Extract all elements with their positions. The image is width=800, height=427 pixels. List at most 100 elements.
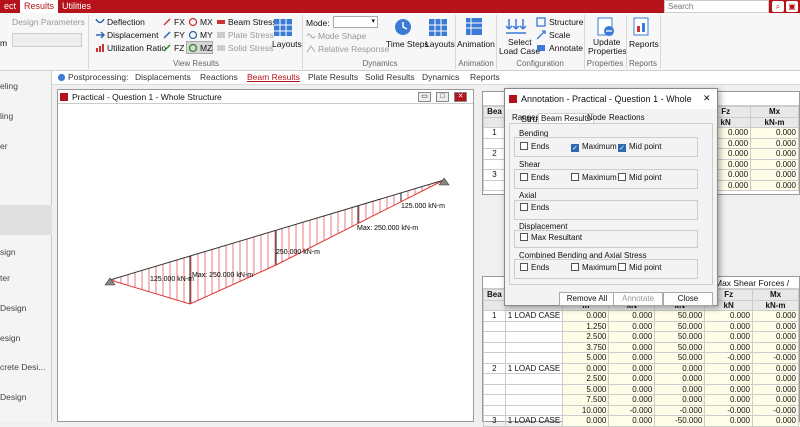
pp-tab-displacements[interactable]: Displacements	[135, 72, 191, 82]
deflection-button[interactable]: Deflection	[107, 17, 145, 27]
max-resultant-checkbox[interactable]: Max Resultant	[520, 233, 582, 242]
sidebar-item-modeling[interactable]: eling	[0, 71, 52, 101]
close-button[interactable]: Close	[663, 292, 713, 306]
time-steps-button[interactable]: Time Steps	[386, 39, 429, 49]
fz-button[interactable]: FZ	[174, 43, 184, 53]
table-row[interactable]: 7.500 0.000 0.000 0.000 0.000	[483, 394, 799, 406]
mx-button[interactable]: MX	[200, 17, 213, 27]
bending-maximum-checkbox[interactable]: ✓ Maximum	[571, 142, 617, 152]
pp-tab-beam-results[interactable]: Beam Results	[247, 72, 300, 82]
annotate-dialog-button[interactable]: Annotate	[613, 292, 663, 306]
window-close-icon[interactable]: ✕	[454, 92, 467, 102]
pp-tab-plate-results[interactable]: Plate Results	[308, 72, 358, 82]
shear-mid-point-checkbox[interactable]: Mid point	[618, 173, 661, 182]
unit-cell: kN-m	[750, 116, 799, 128]
table-row[interactable]: 3.750 0.000 50.000 0.000 0.000	[483, 341, 799, 353]
checkbox-label: Maximum	[582, 142, 617, 151]
sidebar-item-steel-design[interactable]: Design	[0, 293, 52, 323]
pp-tab-dynamics[interactable]: Dynamics	[422, 72, 459, 82]
sidebar-item-concrete-design[interactable]: crete Desi...	[0, 352, 52, 382]
beam-stress-button[interactable]: Beam Stress	[228, 17, 277, 27]
annotate-button[interactable]: Annotate	[549, 43, 583, 53]
sidebar-item-analyzer[interactable]: er	[0, 131, 52, 161]
fx-cell: 0.000	[608, 373, 656, 385]
shear-maximum-checkbox[interactable]: Maximum	[571, 173, 617, 182]
relative-response-button[interactable]: Relative Response	[318, 44, 389, 54]
update-properties-icon	[597, 17, 614, 36]
remove-all-button[interactable]: Remove All	[559, 292, 615, 306]
combined-mid-point-checkbox[interactable]: Mid point	[618, 263, 661, 272]
combined-maximum-checkbox[interactable]: Maximum	[571, 263, 617, 272]
fx-button[interactable]: FX	[174, 17, 185, 27]
mode-shape-button[interactable]: Mode Shape	[318, 31, 366, 41]
layouts-button[interactable]: Layouts	[272, 39, 302, 49]
dialog-tab-reactions[interactable]: Reactions	[609, 113, 645, 122]
table-row[interactable]: 2.500 0.000 50.000 0.000 0.000	[483, 331, 799, 343]
beam-id-cell	[483, 383, 506, 395]
search-input[interactable]	[664, 0, 769, 13]
window-restore-icon[interactable]: ▭	[418, 92, 431, 102]
dialog-close-icon[interactable]: ✕	[703, 93, 711, 104]
table-row[interactable]: 5.000 0.000 50.000 -0.000 -0.000	[483, 352, 799, 364]
update-properties-button-l2[interactable]: Properties	[588, 46, 627, 56]
tab-project[interactable]: ect	[0, 0, 20, 13]
mode-dropdown[interactable]: ▾	[333, 16, 378, 28]
select-load-case-button-l2[interactable]: Load Case	[499, 46, 540, 56]
fx-cell: 0.000	[608, 415, 656, 427]
bending-ends-checkbox[interactable]: Ends	[520, 142, 549, 151]
shear-label: Shear	[519, 160, 541, 169]
solid-stress-button[interactable]: Solid Stress	[228, 43, 273, 53]
load-case-cell	[504, 320, 564, 332]
sidebar-item-loading[interactable]: ling	[0, 101, 52, 131]
axial-ends-checkbox[interactable]: Ends	[520, 203, 549, 212]
account-icon[interactable]: ▣	[786, 1, 798, 12]
dynamics-layouts-button[interactable]: Layouts	[425, 39, 455, 49]
table-row[interactable]: 1.250 0.000 50.000 0.000 0.000	[483, 320, 799, 332]
animation-button[interactable]: Animation	[457, 39, 495, 49]
table-row[interactable]: 21 LOAD CASE 0.000 0.000 0.000 0.000 0.000	[483, 362, 799, 374]
tab-results[interactable]: Results	[20, 0, 59, 13]
bending-mid-point-checkbox[interactable]: ✓ Mid point	[618, 142, 661, 152]
moment-label-3: 250.000 kN-m	[276, 249, 320, 256]
window-app-icon	[60, 93, 68, 101]
shear-ends-checkbox[interactable]: Ends	[520, 173, 549, 182]
displacement-button[interactable]: Displacement	[107, 30, 159, 40]
dialog-tab-beam-results[interactable]: Beam Results	[538, 113, 594, 123]
window-maximize-icon[interactable]: □	[436, 92, 449, 102]
pp-tab-solid-results[interactable]: Solid Results	[365, 72, 415, 82]
m-label: m	[0, 38, 8, 48]
pp-tab-reports[interactable]: Reports	[470, 72, 500, 82]
tab-utilities[interactable]: Utilities	[58, 0, 95, 13]
select-load-case-icon	[505, 19, 527, 34]
table-row[interactable]: 2.500 0.000 0.000 0.000 0.000	[483, 373, 799, 385]
structure-button[interactable]: Structure	[549, 17, 584, 27]
axial-label: Axial	[519, 191, 537, 200]
combined-ends-checkbox[interactable]: Ends	[520, 263, 549, 272]
sidebar-item-foundation-design[interactable]: Design	[0, 382, 52, 412]
scale-button[interactable]: Scale	[549, 30, 570, 40]
table-row[interactable]: 11 LOAD CASE 0.000 0.000 50.000 0.000 0.000	[483, 310, 799, 322]
reports-button[interactable]: Reports	[629, 39, 659, 49]
dialog-tab-node[interactable]: Node	[587, 113, 606, 122]
sidebar-item-timber-design[interactable]: esign	[0, 323, 52, 353]
fy-button[interactable]: FY	[174, 30, 185, 40]
sidebar-item-results[interactable]	[0, 205, 52, 235]
beam-stress-icon	[217, 20, 225, 24]
sidebar-item-master[interactable]: ter	[0, 263, 52, 293]
dialog-tab-ranges[interactable]: Ranges	[512, 113, 540, 122]
fz-cell: -0.000	[704, 352, 754, 364]
structure-view-window[interactable]: Practical - Question 1 - Whole Structure…	[57, 89, 474, 422]
utilization-ratio-button[interactable]: Utilization Ratio	[107, 43, 166, 53]
plate-stress-button[interactable]: Plate Stress	[228, 30, 274, 40]
design-parameters-dropdown[interactable]	[12, 33, 82, 47]
table-row[interactable]: 10.000 -0.000 -0.000 -0.000 -0.000	[483, 404, 799, 416]
sidebar-item-label: sign	[0, 247, 16, 257]
search-icon[interactable]: ⌕	[772, 1, 784, 12]
checkbox-icon	[618, 263, 626, 271]
mz-button[interactable]: MZ	[200, 43, 212, 53]
pp-tab-reactions[interactable]: Reactions	[200, 72, 238, 82]
fz-cell: 0.000	[704, 373, 754, 385]
my-button[interactable]: MY	[200, 30, 213, 40]
table-row[interactable]: 5.000 0.000 0.000 0.000 0.000	[483, 383, 799, 395]
table-row[interactable]: 31 LOAD CASE 0.000 0.000 -50.000 0.000 0.000	[483, 415, 799, 427]
